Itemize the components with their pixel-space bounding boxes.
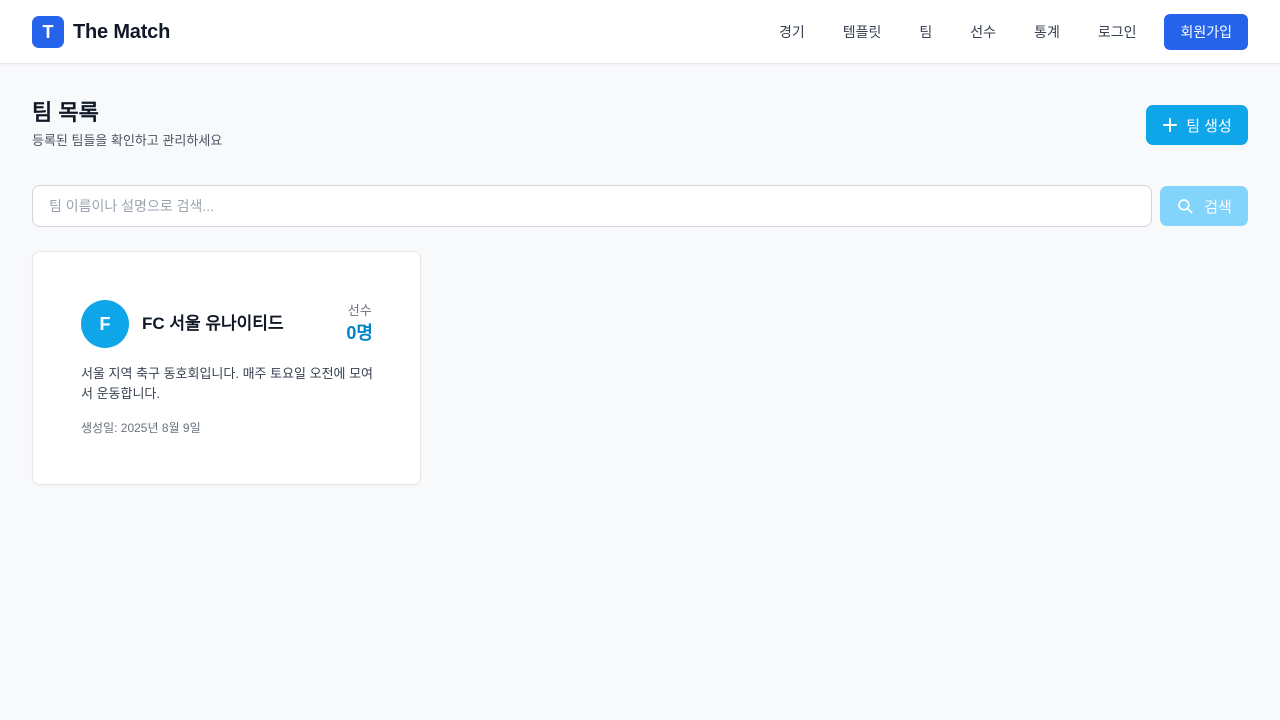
- nav-link-players[interactable]: 선수: [954, 14, 1012, 50]
- nav-link-templates[interactable]: 템플릿: [827, 14, 898, 50]
- create-team-label: 팀 생성: [1186, 117, 1232, 135]
- player-count-value: 0명: [346, 323, 373, 343]
- create-team-button[interactable]: 팀 생성: [1146, 105, 1248, 145]
- player-count-label: 선수: [347, 303, 372, 318]
- nav-link-teams[interactable]: 팀: [903, 14, 948, 50]
- search-icon: [1178, 199, 1193, 214]
- plus-icon: [1162, 117, 1178, 133]
- search-button[interactable]: 검색: [1160, 186, 1248, 226]
- player-count-stat: 선수 0명: [346, 302, 373, 346]
- signup-button[interactable]: 회원가입: [1164, 14, 1248, 50]
- team-created-date: 생성일: 2025년 8월 9일: [81, 421, 201, 435]
- brand-name: The Match: [73, 20, 171, 43]
- brand-logo: T: [32, 16, 64, 48]
- brand-home-link[interactable]: T The Match: [32, 16, 170, 48]
- nav-link-login[interactable]: 로그인: [1082, 14, 1153, 50]
- page-header: 팀 목록 등록된 팀들을 확인하고 관리하세요: [32, 98, 222, 150]
- nav-links: 경기 템플릿 팀 선수 통계 로그인 회원가입: [763, 14, 1248, 50]
- team-card[interactable]: F FC 서울 유나이티드 선수 0명 서울 지역 축구 동호회입니다. 매주 …: [32, 251, 421, 485]
- nav-link-stats[interactable]: 통계: [1018, 14, 1076, 50]
- page-subtitle: 등록된 팀들을 확인하고 관리하세요: [32, 133, 223, 148]
- top-navbar: T The Match 경기 템플릿 팀 선수 통계 로그인 회원가입: [0, 0, 1280, 64]
- search-input[interactable]: [32, 185, 1152, 227]
- team-avatar: F: [81, 300, 129, 348]
- team-name: FC 서울 유나이티드: [142, 314, 284, 333]
- search-button-label: 검색: [1204, 198, 1232, 216]
- team-description: 서울 지역 축구 동호회입니다. 매주 토요일 오전에 모여서 운동합니다.: [81, 366, 374, 401]
- page-title: 팀 목록: [32, 100, 99, 125]
- nav-link-matches[interactable]: 경기: [763, 14, 821, 50]
